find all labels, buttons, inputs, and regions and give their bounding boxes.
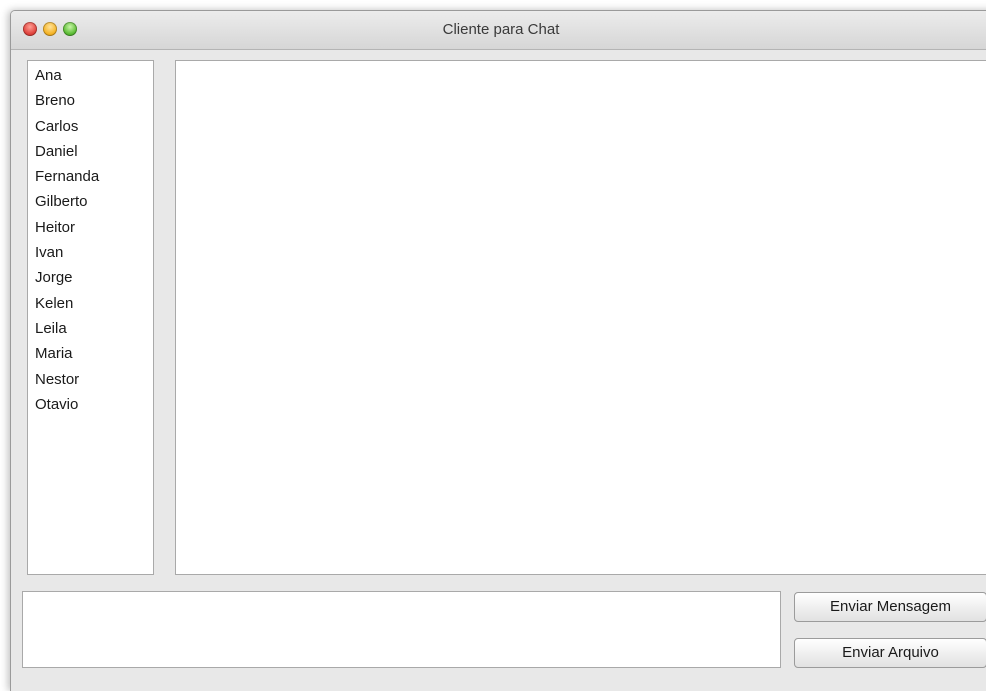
- chat-history[interactable]: [175, 60, 986, 575]
- user-list-item[interactable]: Otavio: [28, 392, 153, 417]
- user-list-item[interactable]: Breno: [28, 88, 153, 113]
- send-file-button[interactable]: Enviar Arquivo: [794, 638, 986, 668]
- user-list-item[interactable]: Kelen: [28, 291, 153, 316]
- user-list-item[interactable]: Ivan: [28, 240, 153, 265]
- window-title: Cliente para Chat: [442, 21, 560, 38]
- chat-client-window: Cliente para Chat Ana Breno Carlos Daniel Fe…: [10, 10, 986, 691]
- user-list-item[interactable]: Nestor: [28, 367, 153, 392]
- user-list-item[interactable]: Gilberto: [28, 189, 153, 214]
- user-list-item[interactable]: Leila: [28, 316, 153, 341]
- user-list-item[interactable]: Ana: [28, 63, 153, 88]
- user-list[interactable]: Ana Breno Carlos Daniel Fernanda Gilberto Heit…: [27, 60, 154, 575]
- user-list-item[interactable]: Carlos: [28, 114, 153, 139]
- send-message-button[interactable]: Enviar Mensagem: [794, 592, 986, 622]
- user-list-item[interactable]: Heitor: [28, 215, 153, 240]
- message-input[interactable]: [22, 591, 781, 668]
- user-list-item[interactable]: Jorge: [28, 265, 153, 290]
- user-list-item[interactable]: Maria: [28, 341, 153, 366]
- user-list-item[interactable]: Fernanda: [28, 164, 153, 189]
- user-list-item[interactable]: Daniel: [28, 139, 153, 164]
- title-bar[interactable]: Cliente para Chat: [11, 11, 986, 50]
